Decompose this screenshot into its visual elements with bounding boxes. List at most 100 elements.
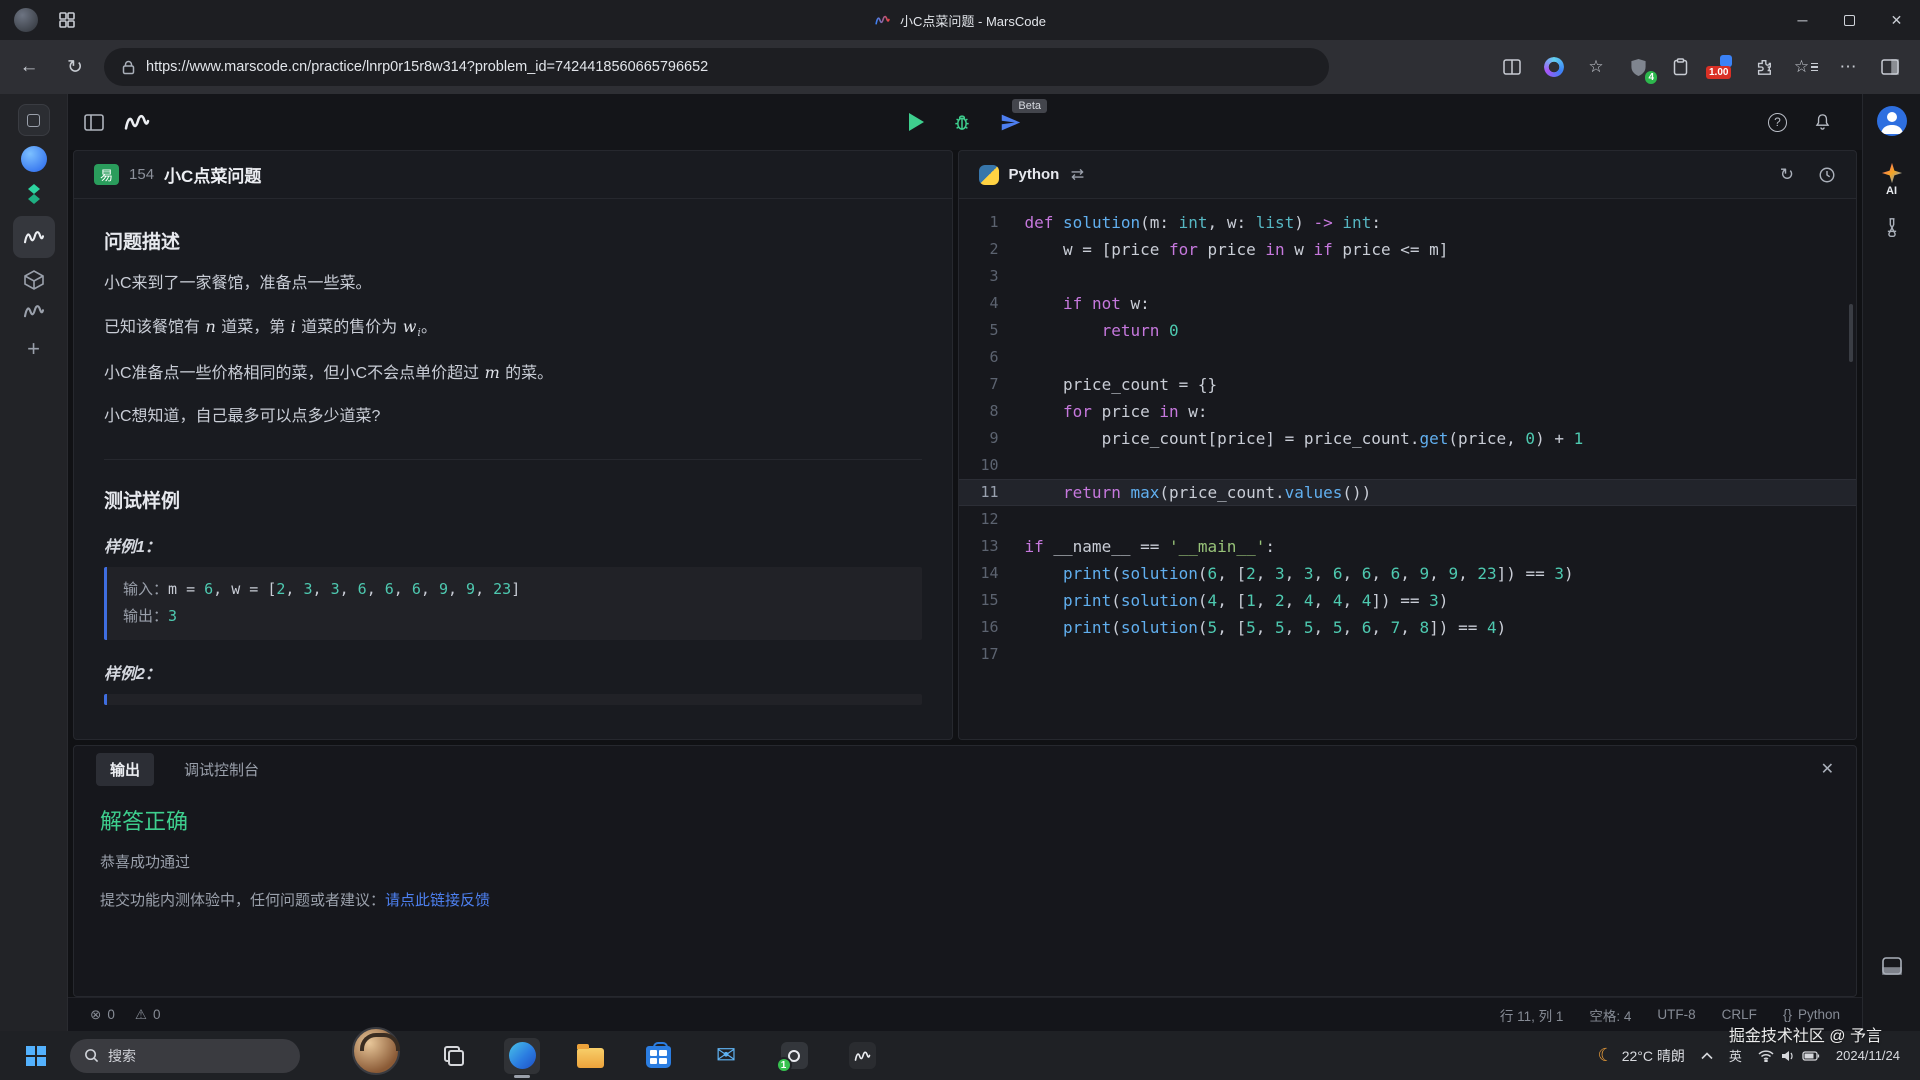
refresh-button[interactable]: ↻ xyxy=(58,50,92,84)
debug-button[interactable] xyxy=(952,112,972,132)
lab-icon[interactable] xyxy=(1882,217,1902,239)
code-line[interactable]: 16 print(solution(5, [5, 5, 5, 5, 6, 7, … xyxy=(959,614,1857,641)
pinned-site-icon-green[interactable] xyxy=(22,182,46,206)
sidebar-item-marscode-active[interactable] xyxy=(13,216,55,258)
sidebar-box-icon[interactable] xyxy=(22,268,46,292)
code-line[interactable]: 11 return max(price_count.values()) xyxy=(959,479,1857,506)
problem-panel: 易 154 小C点菜问题 问题描述 小C来到了一家餐馆，准备点一些菜。已知该餐馆… xyxy=(73,150,953,740)
tab-debug-console[interactable]: 调试控制台 xyxy=(184,759,259,780)
user-avatar[interactable] xyxy=(1877,106,1907,136)
help-icon[interactable]: ? xyxy=(1768,113,1787,132)
feedback-link[interactable]: 请点此链接反馈 xyxy=(385,892,490,909)
clipboard-icon[interactable] xyxy=(1668,55,1692,79)
taskbar-app-with-badge[interactable]: 1 xyxy=(776,1038,812,1074)
favorites-bar-icon[interactable]: ☆ xyxy=(1794,55,1818,79)
taskbar-marscode-icon[interactable] xyxy=(844,1038,880,1074)
pinned-site-icon-blue[interactable] xyxy=(21,146,47,172)
extensions-puzzle-icon[interactable] xyxy=(1752,55,1776,79)
samples-section: 测试样例 样例1： 输入：m = 6, w = [2, 3, 3, 6, 6, … xyxy=(104,459,922,706)
sidebar-add-icon[interactable]: + xyxy=(27,336,40,362)
history-icon[interactable] xyxy=(1818,166,1836,184)
browser-toolbar: ← ↻ https://www.marscode.cn/practice/lnr… xyxy=(0,40,1920,94)
layout-toggle-icon[interactable] xyxy=(84,114,104,131)
code-line[interactable]: 15 print(solution(4, [1, 2, 4, 4, 4]) ==… xyxy=(959,587,1857,614)
code-line[interactable]: 1def solution(m: int, w: list) -> int: xyxy=(959,209,1857,236)
maximize-icon xyxy=(1844,15,1855,26)
search-highlight-image[interactable] xyxy=(352,1027,400,1075)
language-label[interactable]: Python xyxy=(1009,166,1060,183)
errors-status[interactable]: ⊗ 0 xyxy=(90,1007,115,1023)
notifications-bell-icon[interactable] xyxy=(1813,112,1832,132)
more-menu-icon[interactable]: ⋯ xyxy=(1836,55,1860,79)
output-panel: 输出 调试控制台 ✕ 解答正确 恭喜成功通过 提交功能内测体验中，任何问题或者建… xyxy=(73,745,1857,997)
adblock-shield-icon[interactable]: 4 xyxy=(1626,55,1650,79)
warnings-status[interactable]: ⚠ 0 xyxy=(135,1007,161,1023)
toggle-bottom-panel-icon[interactable] xyxy=(1882,957,1902,975)
back-button[interactable]: ← xyxy=(12,50,46,84)
code-line[interactable]: 7 price_count = {} xyxy=(959,371,1857,398)
language-swap-icon[interactable] xyxy=(1069,166,1086,183)
taskbar-search[interactable]: 搜索 xyxy=(70,1039,300,1073)
code-line[interactable]: 12 xyxy=(959,506,1857,533)
url-text: https://www.marscode.cn/practice/lnrp0r1… xyxy=(146,59,708,75)
code-line[interactable]: 8 for price in w: xyxy=(959,398,1857,425)
code-line[interactable]: 17 xyxy=(959,641,1857,668)
editor-scrollbar[interactable] xyxy=(1849,304,1853,362)
code-line[interactable]: 4 if not w: xyxy=(959,290,1857,317)
active-tab[interactable]: 小C点菜问题 - MarsCode xyxy=(874,0,1046,40)
sidebar-item-marscode-2[interactable] xyxy=(22,302,46,320)
eol-setting[interactable]: CRLF xyxy=(1722,1007,1757,1022)
ime-indicator[interactable]: 英 xyxy=(1729,1046,1742,1065)
ai-assistant-button[interactable]: AI xyxy=(1881,162,1903,197)
coupon-extension-icon[interactable]: 1.00 xyxy=(1710,55,1734,79)
sidebar-app-icon[interactable] xyxy=(18,104,50,136)
marscode-favicon xyxy=(874,13,891,27)
favorites-star-icon[interactable]: ☆ xyxy=(1584,55,1608,79)
titlebar-profile-icon[interactable] xyxy=(14,8,38,32)
ai-sparkle-icon xyxy=(1881,162,1903,184)
reset-code-icon[interactable]: ↻ xyxy=(1780,165,1794,185)
encoding-setting[interactable]: UTF-8 xyxy=(1657,1007,1695,1022)
browser-sidebar-icon[interactable] xyxy=(1878,55,1902,79)
tab-output[interactable]: 输出 xyxy=(96,753,154,786)
indent-setting[interactable]: 空格: 4 xyxy=(1589,1005,1631,1025)
task-view-button[interactable] xyxy=(436,1038,472,1074)
output-close-icon[interactable]: ✕ xyxy=(1821,759,1834,779)
editor-header: Python ↻ xyxy=(959,151,1857,199)
code-line[interactable]: 5 return 0 xyxy=(959,317,1857,344)
taskbar-explorer-icon[interactable] xyxy=(572,1038,608,1074)
minimize-button[interactable]: ─ xyxy=(1779,0,1826,40)
language-status[interactable]: {} Python xyxy=(1783,1007,1840,1022)
warning-icon: ⚠ xyxy=(135,1007,147,1023)
maximize-button[interactable] xyxy=(1826,0,1873,40)
code-line[interactable]: 3 xyxy=(959,263,1857,290)
tray-chevron-icon[interactable] xyxy=(1701,1052,1713,1060)
run-button[interactable] xyxy=(909,113,924,131)
code-line[interactable]: 2 w = [price for price in w if price <= … xyxy=(959,236,1857,263)
code-editor[interactable]: 1def solution(m: int, w: list) -> int:2 … xyxy=(959,199,1857,739)
taskbar-store-icon[interactable] xyxy=(640,1038,676,1074)
taskbar-mail-icon[interactable]: ✉ xyxy=(708,1038,744,1074)
code-line[interactable]: 6 xyxy=(959,344,1857,371)
submit-button[interactable] xyxy=(1000,112,1021,133)
code-line[interactable]: 10 xyxy=(959,452,1857,479)
start-button[interactable] xyxy=(26,1046,46,1066)
split-screen-icon[interactable] xyxy=(1500,55,1524,79)
battery-icon xyxy=(1802,1051,1820,1061)
copilot-icon[interactable] xyxy=(1542,55,1566,79)
address-bar[interactable]: https://www.marscode.cn/practice/lnrp0r1… xyxy=(104,48,1329,86)
cursor-position[interactable]: 行 11, 列 1 xyxy=(1500,1005,1564,1025)
system-icons[interactable] xyxy=(1758,1050,1820,1062)
taskbar-edge-icon[interactable] xyxy=(504,1038,540,1074)
marscode-logo[interactable] xyxy=(122,111,152,133)
weather-widget[interactable]: ☾ 22°C 晴朗 xyxy=(1598,1045,1685,1066)
tab-list-icon[interactable] xyxy=(58,11,76,29)
code-line[interactable]: 14 print(solution(6, [2, 3, 3, 6, 6, 6, … xyxy=(959,560,1857,587)
congrats-text: 恭喜成功通过 xyxy=(100,851,1830,872)
tray-date[interactable]: 2024/11/24 xyxy=(1836,1048,1900,1064)
python-icon xyxy=(979,165,999,185)
line-number: 8 xyxy=(959,398,1025,425)
code-line[interactable]: 13if __name__ == '__main__': xyxy=(959,533,1857,560)
close-button[interactable]: ✕ xyxy=(1873,0,1920,40)
code-line[interactable]: 9 price_count[price] = price_count.get(p… xyxy=(959,425,1857,452)
